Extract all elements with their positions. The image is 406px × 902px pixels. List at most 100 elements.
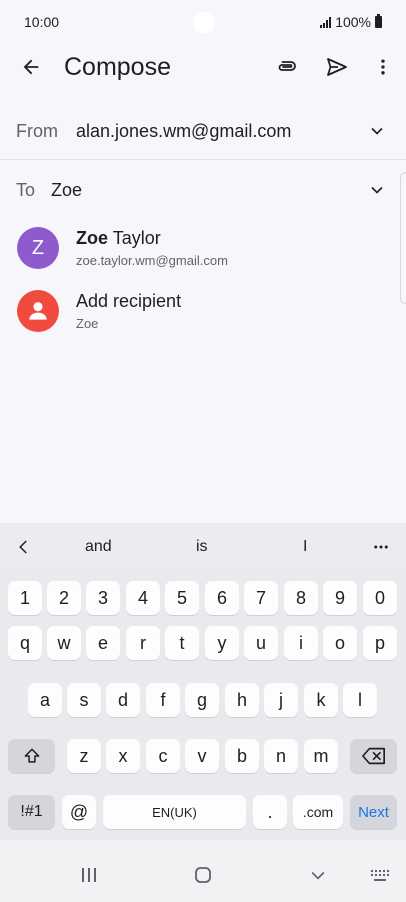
attach-button[interactable] — [272, 52, 302, 82]
to-input[interactable]: Zoe — [51, 180, 82, 201]
key-v[interactable]: v — [185, 739, 219, 773]
back-button[interactable] — [16, 52, 46, 82]
symbols-key[interactable]: !#1 — [8, 795, 55, 829]
key-r[interactable]: r — [126, 626, 160, 660]
keyboard-suggestion-bar: and is I — [0, 523, 406, 570]
key-8[interactable]: 8 — [284, 581, 318, 615]
key-j[interactable]: j — [264, 683, 298, 717]
paperclip-icon — [278, 61, 296, 71]
key-o[interactable]: o — [323, 626, 357, 660]
key-y[interactable]: y — [205, 626, 239, 660]
avatar-initial: Z — [31, 236, 45, 259]
key-g[interactable]: g — [185, 683, 219, 717]
key-l[interactable]: l — [343, 683, 377, 717]
key-f[interactable]: f — [146, 683, 180, 717]
chevron-down-icon — [371, 127, 383, 135]
key-k[interactable]: k — [304, 683, 338, 717]
more-horiz-icon — [374, 545, 388, 549]
next-key[interactable]: Next — [350, 795, 397, 829]
word-suggestion[interactable]: and — [85, 538, 112, 556]
backspace-key[interactable] — [350, 739, 397, 773]
key-p[interactable]: p — [363, 626, 397, 660]
key-9[interactable]: 9 — [323, 581, 357, 615]
key-s[interactable]: s — [67, 683, 101, 717]
avatar — [17, 290, 59, 332]
dotcom-key[interactable]: .com — [293, 795, 343, 829]
from-expand-button[interactable] — [366, 120, 388, 142]
battery-icon — [375, 14, 382, 28]
space-key[interactable]: EN(UK) — [103, 795, 246, 829]
camera-cutout — [193, 12, 215, 34]
key-4[interactable]: 4 — [126, 581, 160, 615]
status-icons: 100% — [320, 14, 382, 30]
keyboard: and is I 1 2 3 4 5 6 7 8 9 0 q w e r t y… — [0, 523, 406, 840]
status-time: 10:00 — [24, 14, 60, 30]
key-5[interactable]: 5 — [165, 581, 199, 615]
key-w[interactable]: w — [47, 626, 81, 660]
key-z[interactable]: z — [67, 739, 101, 773]
key-a[interactable]: a — [28, 683, 62, 717]
period-key[interactable]: . — [253, 795, 287, 829]
key-q[interactable]: q — [8, 626, 42, 660]
person-icon — [29, 302, 47, 320]
scroll-handle[interactable] — [400, 172, 406, 304]
from-row[interactable]: From alan.jones.wm@gmail.com — [0, 104, 406, 160]
backspace-icon — [361, 747, 385, 765]
hide-keyboard-button[interactable] — [303, 864, 333, 886]
to-label: To — [16, 180, 36, 200]
key-3[interactable]: 3 — [86, 581, 120, 615]
keyboard-switch-button[interactable] — [366, 866, 394, 886]
chevron-down-icon — [371, 186, 383, 194]
key-b[interactable]: b — [225, 739, 259, 773]
battery-level: 100% — [335, 14, 371, 30]
key-h[interactable]: h — [225, 683, 259, 717]
navigation-bar — [0, 840, 406, 902]
from-address: alan.jones.wm@gmail.com — [76, 121, 292, 141]
send-icon — [327, 58, 347, 76]
from-label: From — [16, 121, 58, 141]
key-n[interactable]: n — [264, 739, 298, 773]
keyboard-more-button[interactable] — [368, 535, 394, 559]
shift-key[interactable] — [8, 739, 55, 773]
avatar: Z — [17, 227, 59, 269]
key-u[interactable]: u — [244, 626, 278, 660]
chevron-down-icon — [311, 871, 325, 880]
at-key[interactable]: @ — [62, 795, 96, 829]
word-suggestion[interactable]: I — [303, 538, 307, 556]
key-i[interactable]: i — [284, 626, 318, 660]
signal-icon — [320, 16, 332, 28]
key-2[interactable]: 2 — [47, 581, 81, 615]
contact-name-rest: Taylor — [108, 228, 161, 248]
add-recipient-sub: Zoe — [76, 316, 99, 331]
key-7[interactable]: 7 — [244, 581, 278, 615]
recents-button[interactable] — [74, 864, 104, 886]
app-bar: Compose — [0, 44, 406, 92]
more-vert-icon — [381, 59, 385, 75]
key-e[interactable]: e — [86, 626, 120, 660]
key-0[interactable]: 0 — [363, 581, 397, 615]
word-suggestion[interactable]: is — [196, 538, 208, 556]
suggestion-collapse-button[interactable] — [12, 535, 36, 559]
more-options-button[interactable] — [368, 52, 398, 82]
key-x[interactable]: x — [106, 739, 140, 773]
key-d[interactable]: d — [106, 683, 140, 717]
key-t[interactable]: t — [165, 626, 199, 660]
to-expand-button[interactable] — [366, 179, 388, 201]
key-c[interactable]: c — [146, 739, 180, 773]
send-button[interactable] — [322, 52, 352, 82]
page-title: Compose — [64, 53, 171, 81]
contact-suggestion[interactable]: Z Zoe Taylor zoe.taylor.wm@gmail.com — [0, 218, 400, 280]
key-m[interactable]: m — [304, 739, 338, 773]
arrow-left-icon — [23, 59, 39, 75]
home-button[interactable] — [188, 864, 218, 886]
contact-name: Zoe Taylor — [76, 228, 161, 249]
home-icon — [195, 867, 211, 883]
add-recipient-label: Add recipient — [76, 291, 182, 311]
key-1[interactable]: 1 — [8, 581, 42, 615]
chevron-left-icon — [19, 540, 27, 554]
add-recipient-suggestion[interactable]: Add recipient Zoe — [0, 281, 400, 343]
keyboard-icon — [371, 870, 389, 881]
recents-icon — [82, 868, 96, 882]
key-6[interactable]: 6 — [205, 581, 239, 615]
contact-name-match: Zoe — [76, 228, 109, 248]
